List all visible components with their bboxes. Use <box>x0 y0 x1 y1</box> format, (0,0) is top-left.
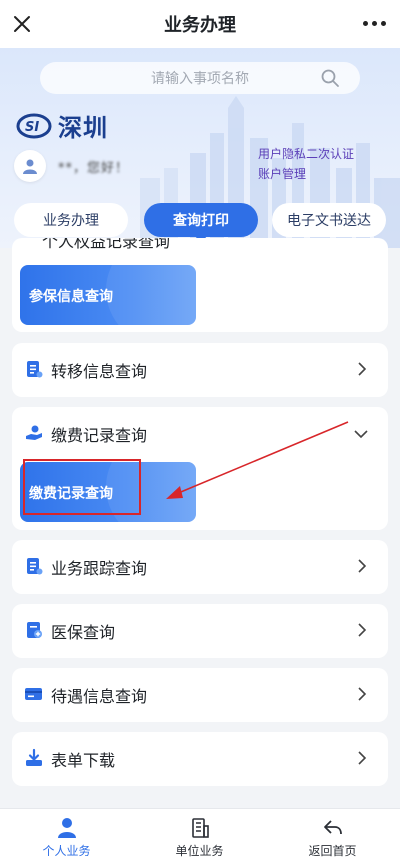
card-transfer-info[interactable]: 转移信息查询 <box>12 343 388 397</box>
document-icon <box>27 558 43 575</box>
row-label: 转移信息查询 <box>51 362 148 381</box>
user-icon <box>23 159 37 174</box>
tab-business[interactable]: 业务办理 <box>14 203 128 237</box>
chevron-right-icon <box>358 623 367 637</box>
close-icon[interactable] <box>10 12 34 36</box>
nav-label: 个人业务 <box>42 844 91 858</box>
nav-label: 单位业务 <box>175 844 224 858</box>
back-arrow-icon <box>324 820 342 835</box>
search-icon[interactable] <box>320 68 340 88</box>
medical-doc-icon <box>27 622 42 638</box>
hand-coin-icon <box>26 425 42 440</box>
tab-query-print[interactable]: 查询打印 <box>144 203 258 243</box>
card-label-partial: 个人权益记录查询 <box>42 238 171 251</box>
avatar[interactable] <box>14 150 46 182</box>
card-icon <box>25 688 42 700</box>
page-title: 业务办理 <box>164 15 236 36</box>
insurance-info-label: 参保信息查询 <box>29 289 113 305</box>
row-label: 缴费记录查询 <box>51 426 148 445</box>
privacy-auth-link[interactable]: 用户隐私二次认证 <box>258 144 354 164</box>
more-icon[interactable] <box>363 21 386 26</box>
social-insurance-logo-icon: SI <box>16 113 52 138</box>
annotation-highlight-box <box>23 459 141 515</box>
card-medical-insurance[interactable]: 医保查询 <box>12 604 388 658</box>
chevron-right-icon <box>358 559 367 573</box>
nav-label: 返回首页 <box>308 844 357 858</box>
shenzhen-logo: SI 深圳 <box>16 108 108 143</box>
city-name: 深圳 <box>58 114 108 142</box>
chevron-down-icon <box>354 430 368 439</box>
account-links: 用户隐私二次认证 账户管理 <box>258 144 354 184</box>
document-icon <box>27 361 43 378</box>
card-form-download[interactable]: 表单下载 <box>12 732 388 786</box>
row-label: 表单下载 <box>51 751 116 770</box>
row-label: 业务跟踪查询 <box>51 559 148 578</box>
tab-e-documents[interactable]: 电子文书送达 <box>272 203 386 237</box>
chevron-right-icon <box>358 362 367 376</box>
nav-back-home[interactable]: 返回首页 <box>266 809 399 860</box>
annotation-arrow <box>166 421 349 499</box>
top-bar: 业务办理 <box>0 0 400 48</box>
nav-company-business[interactable]: 单位业务 <box>133 809 266 860</box>
tab-bar: 业务办理 查询打印 电子文书送达 <box>14 203 386 243</box>
card-rights-record: 个人权益记录查询 参保信息查询 <box>12 238 388 332</box>
row-label: 医保查询 <box>51 623 116 642</box>
card-benefit-info[interactable]: 待遇信息查询 <box>12 668 388 722</box>
account-management-link[interactable]: 账户管理 <box>258 164 354 184</box>
row-label: 待遇信息查询 <box>51 687 148 706</box>
chevron-right-icon <box>358 687 367 701</box>
insurance-info-button[interactable]: 参保信息查询 <box>20 265 196 325</box>
search-placeholder: 请输入事项名称 <box>151 71 249 87</box>
bottom-navigation: 个人业务 单位业务 返回首页 <box>0 808 400 860</box>
download-icon <box>26 748 42 766</box>
search-bar[interactable]: 请输入事项名称 <box>40 62 360 94</box>
user-name: **，您好！ <box>58 160 130 176</box>
building-icon <box>192 818 209 838</box>
nav-personal-business[interactable]: 个人业务 <box>0 809 133 860</box>
logo-mark-text: SI <box>25 120 39 135</box>
user-info: **，您好！ <box>14 150 129 182</box>
chevron-right-icon <box>358 751 367 765</box>
card-business-tracking[interactable]: 业务跟踪查询 <box>12 540 388 594</box>
hero-banner: 请输入事项名称 SI 深圳 **，您好！ 用户隐私二次认证 账户管理 业务办理 … <box>0 48 400 248</box>
person-icon <box>58 818 76 838</box>
